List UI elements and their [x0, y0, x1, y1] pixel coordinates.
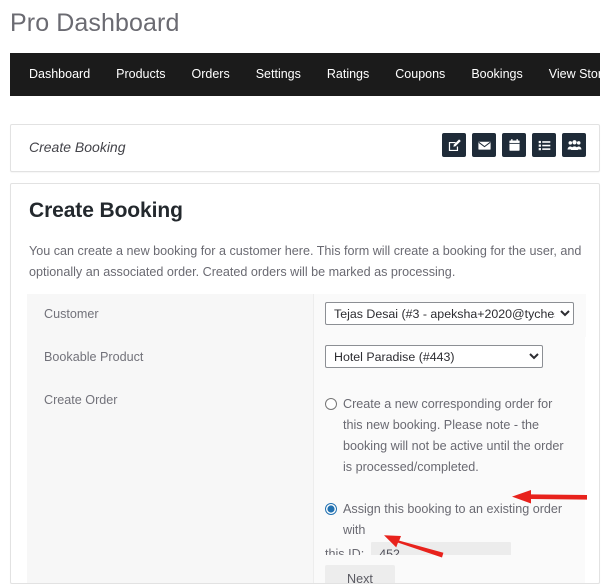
page-title: Pro Dashboard — [10, 9, 180, 37]
calendar-icon-button[interactable] — [502, 133, 526, 157]
section-description: You can create a new booking for a custo… — [29, 244, 582, 279]
nav-item-view-store[interactable]: View Store — [536, 53, 610, 96]
field-customer: Tejas Desai (#3 - apeksha+2020@tychesoft… — [313, 294, 586, 337]
breadcrumb: Create Booking — [29, 139, 126, 155]
next-button[interactable]: Next — [325, 565, 395, 583]
section-heading: Create Booking — [29, 199, 183, 222]
page-root: Pro Dashboard Dashboard Products Orders … — [0, 0, 610, 584]
form-row-customer: Customer Tejas Desai (#3 - apeksha+2020@… — [27, 294, 586, 337]
nav-item-dashboard[interactable]: Dashboard — [16, 53, 103, 96]
customer-select[interactable]: Tejas Desai (#3 - apeksha+2020@tychesoft… — [325, 302, 574, 325]
radio-existing-order-input[interactable] — [325, 503, 337, 515]
nav-item-bookings[interactable]: Bookings — [458, 53, 535, 96]
calendar-icon — [507, 138, 522, 153]
list-icon-button[interactable] — [532, 133, 556, 157]
label-create-order: Create Order — [27, 380, 313, 555]
toolbar-panel: Create Booking — [10, 124, 600, 172]
users-group-icon-button[interactable] — [562, 133, 586, 157]
field-create-order: Create a new corresponding order for thi… — [313, 380, 585, 565]
radio-existing-order-label: Assign this booking to an existing order… — [343, 502, 563, 537]
nav-item-ratings[interactable]: Ratings — [314, 53, 382, 96]
edit-square-icon — [447, 138, 462, 153]
radio-new-order-input[interactable] — [325, 398, 337, 410]
edit-square-icon-button[interactable] — [442, 133, 466, 157]
label-submit-spacer — [27, 555, 313, 583]
create-booking-panel: Create Booking You can create a new book… — [10, 183, 600, 584]
form-row-submit: Next — [27, 555, 585, 583]
nav-item-orders[interactable]: Orders — [179, 53, 243, 96]
radio-new-order-label: Create a new corresponding order for thi… — [343, 397, 564, 474]
nav-item-coupons[interactable]: Coupons — [382, 53, 458, 96]
label-customer: Customer — [27, 294, 313, 337]
main-navigation: Dashboard Products Orders Settings Ratin… — [10, 53, 609, 96]
form-row-bookable-product: Bookable Product Hotel Paradise (#443) — [27, 337, 585, 380]
nav-item-settings[interactable]: Settings — [243, 53, 314, 96]
users-group-icon — [567, 138, 582, 153]
create-booking-form: Customer Tejas Desai (#3 - apeksha+2020@… — [27, 294, 586, 583]
field-bookable-product: Hotel Paradise (#443) — [313, 337, 585, 380]
toolbar-icon-group — [442, 133, 586, 157]
label-bookable-product: Bookable Product — [27, 337, 313, 380]
radio-option-new-order[interactable]: Create a new corresponding order for thi… — [325, 394, 573, 478]
envelope-icon-button[interactable] — [472, 133, 496, 157]
radio-option-existing-order[interactable]: Assign this booking to an existing order… — [325, 499, 573, 541]
list-icon — [537, 138, 552, 153]
form-row-create-order: Create Order Create a new corresponding … — [27, 380, 585, 565]
nav-item-products[interactable]: Products — [103, 53, 178, 96]
envelope-icon — [477, 138, 492, 153]
field-submit: Next — [313, 555, 585, 583]
bookable-product-select[interactable]: Hotel Paradise (#443) — [325, 345, 543, 368]
